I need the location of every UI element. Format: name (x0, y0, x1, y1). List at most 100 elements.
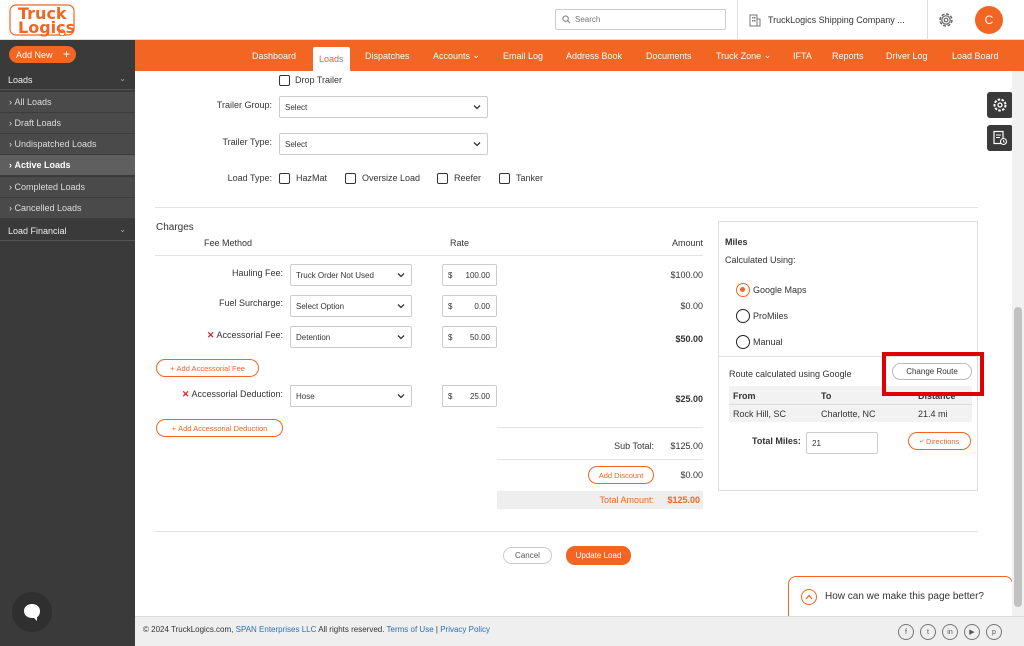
hazmat-checkbox[interactable] (279, 173, 290, 184)
add-discount-button[interactable]: Add Discount (588, 466, 654, 484)
remove-icon[interactable]: ✕ (207, 330, 215, 340)
sidebar-item-completed-loads[interactable]: › Completed Loads (0, 177, 135, 198)
sidebar-item-draft-loads[interactable]: › Draft Loads (0, 113, 135, 134)
divider (155, 255, 703, 256)
chat-button[interactable] (12, 592, 52, 632)
facebook-icon[interactable]: f (898, 624, 914, 640)
add-accessorial-fee-button[interactable]: + Add Accessorial Fee (156, 359, 259, 377)
chevron-down-icon (473, 142, 481, 147)
nav-ifta[interactable]: IFTA (793, 40, 812, 71)
trailer-group-select[interactable]: Select (279, 96, 488, 118)
currency-symbol: $ (448, 270, 453, 280)
accessorial-fee-rate-input[interactable]: $ 50.00 (442, 326, 497, 348)
terms-link[interactable]: Terms of Use (387, 625, 434, 634)
company-selector[interactable]: TruckLogics Shipping Company ... (737, 0, 928, 40)
remove-icon[interactable]: ✕ (182, 389, 190, 399)
logo-line2: Logics (18, 18, 76, 37)
nav-email-log[interactable]: Email Log (503, 40, 543, 71)
accessorial-deduction-rate-input[interactable]: $ 25.00 (442, 385, 497, 407)
chevron-down-icon (397, 335, 405, 340)
twitter-icon[interactable]: t (920, 624, 936, 640)
hauling-fee-rate-input[interactable]: $ 100.00 (442, 264, 497, 286)
button-label: Directions (925, 436, 960, 446)
linkedin-icon[interactable]: in (942, 624, 958, 640)
pinterest-icon[interactable]: p (986, 624, 1002, 640)
youtube-icon[interactable]: ▶ (964, 624, 980, 640)
nav-address-book[interactable]: Address Book (566, 40, 622, 71)
select-value: Select (285, 139, 308, 149)
accessorial-fee-label: ✕ Accessorial Fee: (175, 330, 283, 341)
sidebar-item-all-loads[interactable]: › All Loads (0, 92, 135, 113)
tanker-checkbox[interactable] (499, 173, 510, 184)
add-new-button[interactable]: Add New + (9, 46, 76, 63)
hauling-fee-method-select[interactable]: Truck Order Not Used (290, 264, 412, 286)
nav-label: Accounts (433, 50, 471, 61)
nav-dashboard[interactable]: Dashboard (252, 40, 296, 71)
main-nav: Dashboard Loads Dispatches Accounts ⌄ Em… (135, 40, 1024, 71)
rights-text: All rights reserved. (318, 625, 385, 634)
accessorial-deduction-method-select[interactable]: Hose (290, 385, 412, 407)
trailer-type-select[interactable]: Select (279, 133, 488, 155)
nav-loads[interactable]: Loads (313, 47, 350, 71)
add-accessorial-deduction-button[interactable]: + Add Accessorial Deduction (156, 419, 283, 437)
divider (729, 404, 972, 405)
drop-trailer-checkbox[interactable] (279, 75, 290, 86)
nav-driver-log[interactable]: Driver Log (886, 40, 928, 71)
tanker-label: Tanker (516, 173, 544, 183)
sidebar-item-active-loads[interactable]: › Active Loads (0, 155, 135, 176)
accessorial-fee-method-select[interactable]: Detention (290, 326, 412, 348)
span-enterprises-link[interactable]: SPAN Enterprises LLC (236, 625, 317, 634)
scrollbar[interactable] (1012, 71, 1024, 616)
subtotal-label: Sub Total: (614, 441, 654, 451)
nav-reports[interactable]: Reports (832, 40, 864, 71)
oversize-load-label: Oversize Load (362, 173, 421, 183)
fuel-surcharge-amount: $0.00 (680, 301, 703, 311)
nav-accounts[interactable]: Accounts ⌄ (433, 40, 480, 71)
nav-truck-zone[interactable]: Truck Zone ⌄ (716, 40, 771, 71)
settings-tool-button[interactable] (987, 92, 1013, 118)
nav-load-board[interactable]: Load Board (952, 40, 999, 71)
directions-button[interactable]: ⤶ Directions (908, 432, 971, 450)
sidebar-item-undispatched-loads[interactable]: › Undispatched Loads (0, 134, 135, 155)
scrollbar-thumb[interactable] (1014, 307, 1022, 607)
divider (155, 207, 978, 208)
sidebar-section-load-financial[interactable]: Load Financial ⌄ (0, 221, 135, 241)
gear-icon[interactable] (936, 10, 956, 30)
nav-dispatches[interactable]: Dispatches (365, 40, 410, 71)
feedback-widget[interactable]: How can we make this page better? (788, 576, 1013, 616)
total-miles-input[interactable]: 21 (806, 432, 878, 454)
manual-radio[interactable] (736, 335, 750, 349)
sidebar-section-loads[interactable]: Loads ⌄ (0, 70, 135, 90)
nav-label: Dashboard (252, 50, 297, 61)
company-name: TruckLogics Shipping Company ... (768, 15, 905, 25)
chevron-down-icon: ⌄ (119, 74, 126, 83)
search-icon (562, 15, 571, 24)
oversize-load-checkbox[interactable] (345, 173, 356, 184)
sidebar-item-cancelled-loads[interactable]: › Cancelled Loads (0, 198, 135, 219)
nav-documents[interactable]: Documents (646, 40, 692, 71)
sidebar-item-label: Cancelled Loads (14, 203, 82, 213)
search-box[interactable] (555, 9, 726, 30)
chevron-down-icon: ⌄ (119, 225, 126, 234)
report-tool-button[interactable] (987, 125, 1013, 151)
rate-value: 50.00 (469, 332, 490, 342)
sidebar-item-label: All Loads (14, 97, 52, 107)
avatar[interactable]: C (975, 6, 1003, 34)
cancel-button[interactable]: Cancel (503, 547, 552, 564)
charges-title: Charges (156, 222, 194, 233)
fuel-surcharge-method-select[interactable]: Select Option (290, 295, 412, 317)
fuel-surcharge-rate-input[interactable]: $ 0.00 (442, 295, 497, 317)
select-value: Select Option (296, 301, 345, 311)
accessorial-deduction-label: ✕ Accessorial Deduction: (155, 389, 283, 400)
search-input[interactable] (575, 15, 715, 24)
select-value: Truck Order Not Used (296, 270, 374, 280)
google-maps-radio[interactable] (736, 283, 750, 297)
calculated-using-label: Calculated Using: (725, 255, 796, 265)
reefer-checkbox[interactable] (437, 173, 448, 184)
trucklogics-logo[interactable]: Truck Logics (8, 4, 78, 37)
update-load-button[interactable]: Update Load (566, 546, 631, 565)
trailer-group-label: Trailer Group: (216, 100, 272, 110)
promiles-radio[interactable] (736, 309, 750, 323)
privacy-link[interactable]: Privacy Policy (440, 625, 490, 634)
main-content: Drop Trailer Trailer Group: Select Trail… (135, 71, 1012, 616)
